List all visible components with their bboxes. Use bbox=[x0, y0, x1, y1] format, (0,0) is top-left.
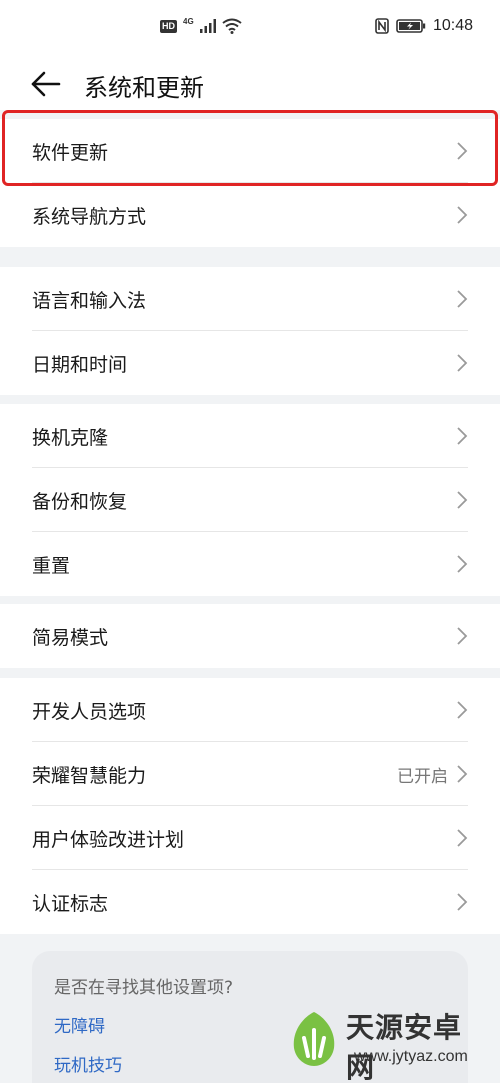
chevron-right-icon bbox=[457, 491, 468, 509]
row-label: 语言和输入法 bbox=[32, 289, 147, 312]
watermark-logo-icon bbox=[293, 1012, 335, 1066]
row-label: 开发人员选项 bbox=[32, 700, 147, 723]
chevron-right-icon bbox=[457, 427, 468, 445]
nfc-icon bbox=[375, 18, 389, 34]
row-label: 日期和时间 bbox=[32, 353, 128, 376]
signal-icon bbox=[199, 19, 216, 33]
settings-group-1: 软件更新 系统导航方式 bbox=[0, 119, 500, 247]
wifi-icon bbox=[222, 18, 242, 34]
watermark-text: 天源安卓网 bbox=[346, 1011, 463, 1083]
watermark-url: www.jytyaz.com bbox=[354, 1048, 468, 1065]
chevron-right-icon bbox=[457, 290, 468, 308]
language-input-item[interactable]: 语言和输入法 bbox=[0, 267, 500, 331]
back-button[interactable] bbox=[30, 70, 62, 98]
chevron-right-icon bbox=[457, 701, 468, 719]
row-label: 重置 bbox=[32, 554, 71, 577]
honor-smart-ability-item[interactable]: 荣耀智慧能力 已开启 bbox=[0, 742, 500, 806]
phone-clone-item[interactable]: 换机克隆 bbox=[0, 404, 500, 468]
row-label: 软件更新 bbox=[32, 141, 109, 164]
row-label: 换机克隆 bbox=[32, 426, 109, 449]
page-header: 系统和更新 bbox=[0, 56, 500, 110]
chevron-right-icon bbox=[457, 765, 468, 783]
user-experience-item[interactable]: 用户体验改进计划 bbox=[0, 806, 500, 870]
chevron-right-icon bbox=[457, 555, 468, 573]
certification-logos-item[interactable]: 认证标志 bbox=[0, 870, 500, 934]
settings-group-3: 换机克隆 备份和恢复 重置 bbox=[0, 404, 500, 596]
row-label: 荣耀智慧能力 bbox=[32, 764, 147, 787]
row-label: 系统导航方式 bbox=[32, 205, 147, 228]
status-indicators: HD 4G bbox=[160, 16, 242, 34]
chevron-right-icon bbox=[457, 893, 468, 911]
site-watermark: 天源安卓网 www.jytyaz.com bbox=[286, 1004, 486, 1083]
navigation-mode-item[interactable]: 系统导航方式 bbox=[0, 183, 500, 247]
settings-group-2: 语言和输入法 日期和时间 bbox=[0, 267, 500, 395]
chevron-right-icon bbox=[457, 627, 468, 645]
status-right: 10:48 bbox=[375, 17, 473, 35]
reset-item[interactable]: 重置 bbox=[0, 532, 500, 596]
row-label: 认证标志 bbox=[32, 892, 109, 915]
backup-restore-item[interactable]: 备份和恢复 bbox=[0, 468, 500, 532]
clock: 10:48 bbox=[432, 17, 473, 34]
hd-icon: HD bbox=[160, 19, 177, 33]
network-type-label: 4G bbox=[183, 16, 194, 26]
chevron-right-icon bbox=[457, 142, 468, 160]
page-title: 系统和更新 bbox=[84, 74, 204, 102]
software-update-item[interactable]: 软件更新 bbox=[0, 119, 500, 183]
arrow-left-icon bbox=[31, 71, 61, 97]
battery-icon bbox=[396, 19, 426, 33]
chevron-right-icon bbox=[457, 206, 468, 224]
chevron-right-icon bbox=[457, 354, 468, 372]
suggestions-question: 是否在寻找其他设置项? bbox=[54, 978, 234, 998]
developer-options-item[interactable]: 开发人员选项 bbox=[0, 678, 500, 742]
settings-group-5: 开发人员选项 荣耀智慧能力 已开启 用户体验改进计划 认证标志 bbox=[0, 678, 500, 934]
date-time-item[interactable]: 日期和时间 bbox=[0, 331, 500, 395]
simple-mode-item[interactable]: 简易模式 bbox=[0, 604, 500, 668]
settings-group-4: 简易模式 bbox=[0, 604, 500, 668]
status-value: 已开启 bbox=[397, 766, 448, 787]
row-label: 备份和恢复 bbox=[32, 490, 128, 513]
chevron-right-icon bbox=[457, 829, 468, 847]
row-label: 简易模式 bbox=[32, 626, 109, 649]
row-label: 用户体验改进计划 bbox=[32, 828, 185, 851]
status-bar: HD 4G 10:48 bbox=[0, 0, 500, 56]
